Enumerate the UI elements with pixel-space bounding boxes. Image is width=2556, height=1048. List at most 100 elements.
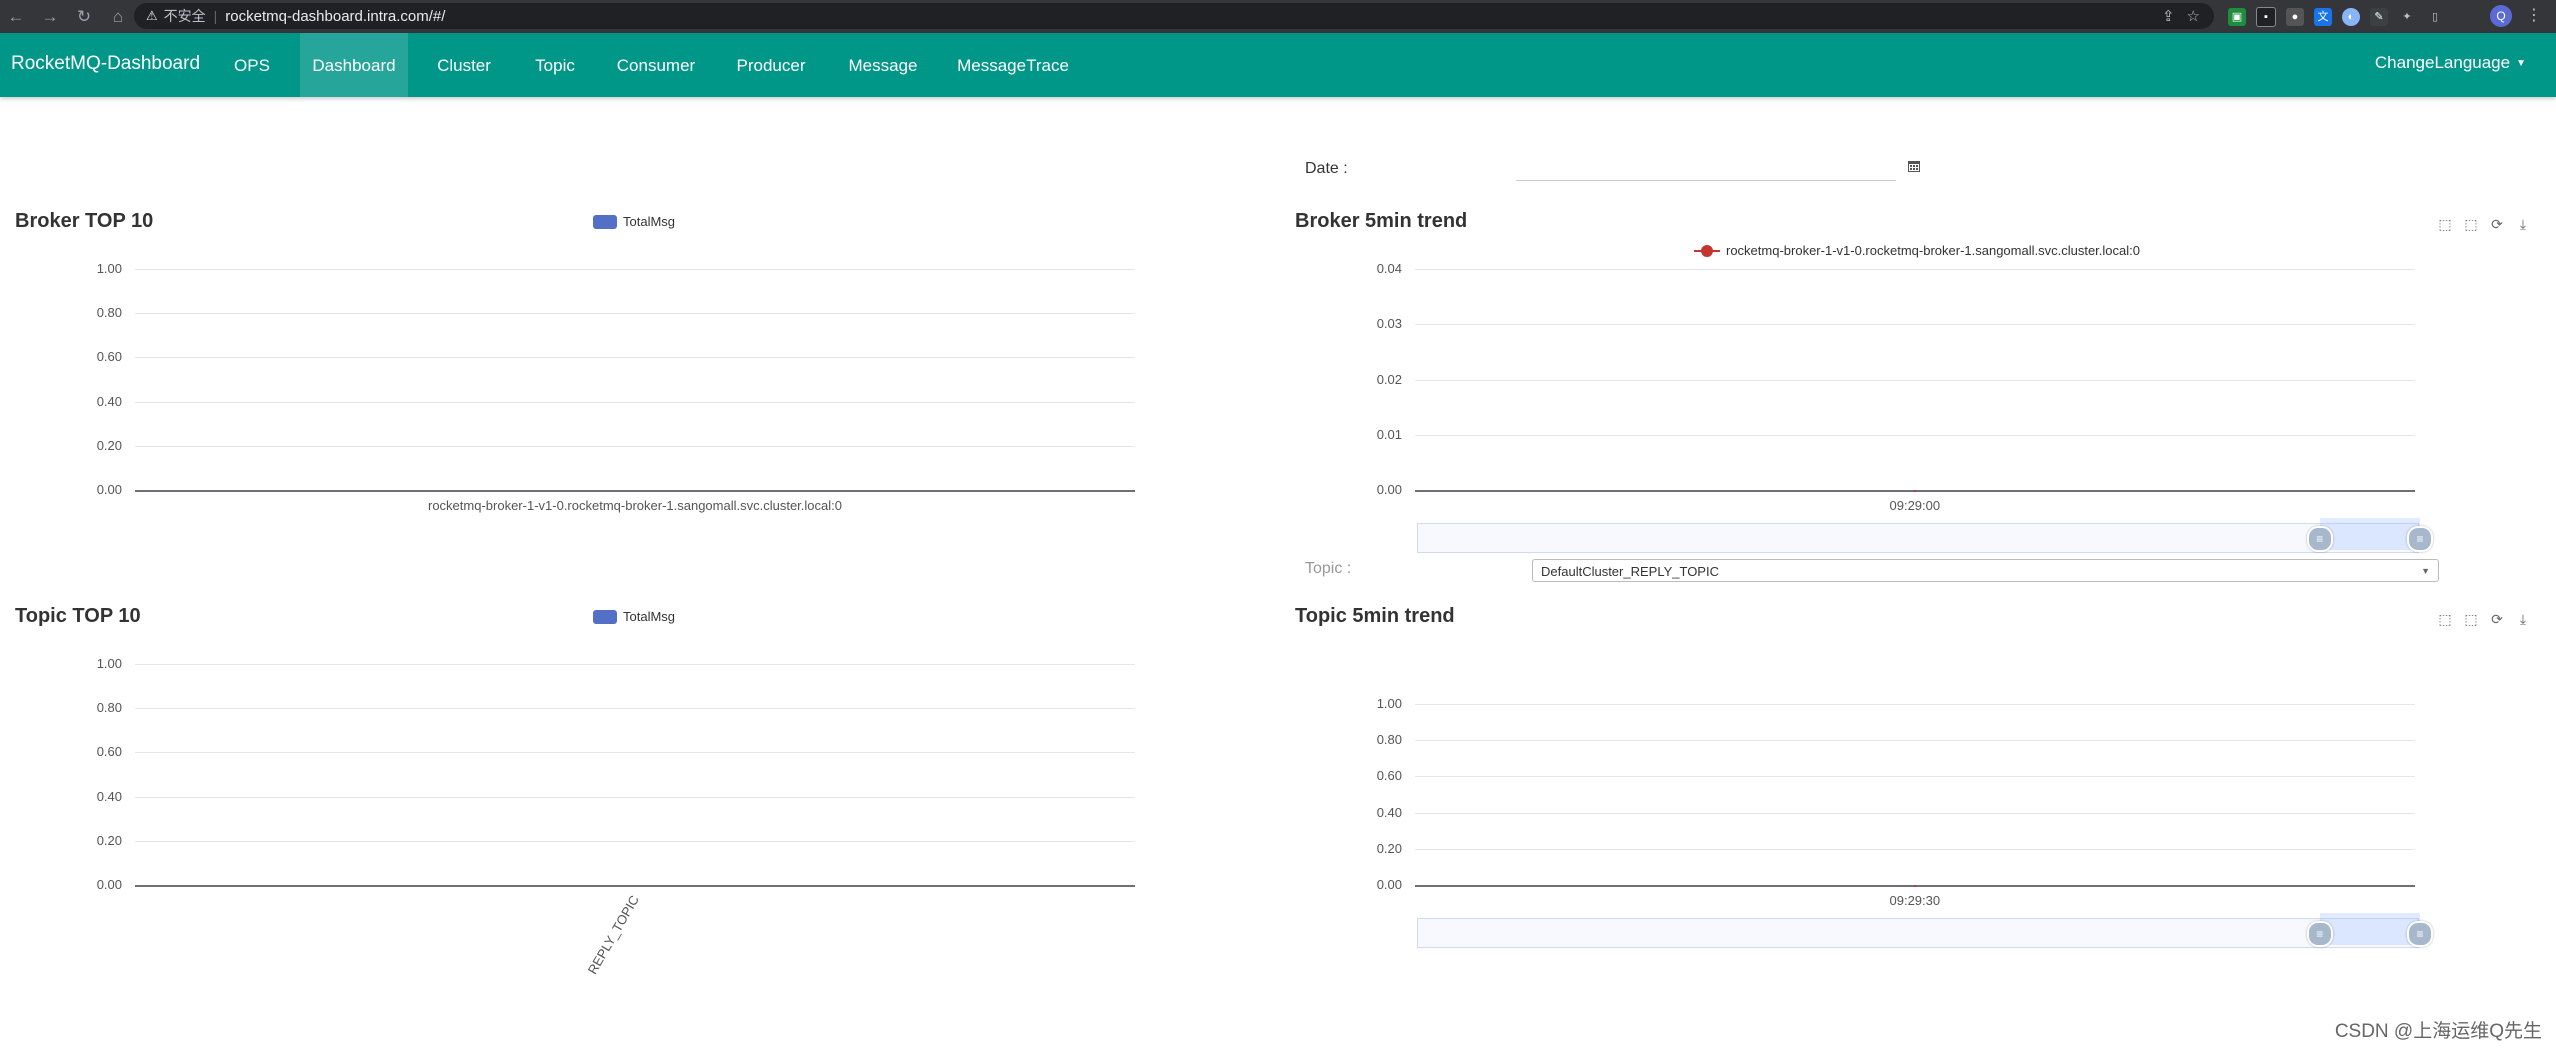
line-point-mark[interactable] <box>1914 490 1916 492</box>
datazoom-right-handle[interactable]: ≡ <box>2407 526 2433 552</box>
zoom-icon[interactable]: ⬚ <box>2437 611 2453 627</box>
download-icon[interactable]: ⤓ <box>2515 216 2531 232</box>
gridline <box>1415 380 2415 381</box>
nav-item-messagetrace[interactable]: MessageTrace <box>954 33 1072 97</box>
datazoom-right-handle[interactable]: ≡ <box>2407 921 2433 947</box>
datazoom-selection[interactable] <box>2319 913 2420 945</box>
insecure-label[interactable]: 不安全 <box>164 6 206 26</box>
profile-avatar[interactable]: Q <box>2490 5 2512 27</box>
nav-item-producer[interactable]: Producer <box>729 33 813 97</box>
topic-top10-chart[interactable]: 1.00 0.80 0.60 0.40 0.20 0.00 REPLY_TOPIC <box>97 656 1135 977</box>
gridline <box>1415 704 2415 705</box>
puzzle-extensions-icon[interactable]: ✦ <box>2398 8 2416 26</box>
extension-icon[interactable]: ▣ <box>2228 7 2246 26</box>
extensions-bar: ▣ ▪ ● 文 ◐ ✎ ✦ ▯ <box>2228 4 2444 29</box>
line-point-mark[interactable] <box>1914 885 1916 887</box>
broker-top10-title: Broker TOP 10 <box>15 210 154 232</box>
legend-bar-swatch <box>593 609 617 624</box>
gridline <box>135 797 1135 798</box>
y-tick-label: 0.20 <box>96 438 122 453</box>
y-tick-label: 0.00 <box>96 877 122 892</box>
bookmark-star-icon[interactable]: ☆ <box>2187 7 2200 25</box>
zoom-icon[interactable]: ⬚ <box>2437 216 2453 232</box>
y-tick-label: 0.80 <box>1376 732 1402 747</box>
calendar-icon[interactable] <box>1907 159 1921 173</box>
topic-trend-datazoom[interactable]: ≡ ≡ <box>1417 913 2433 948</box>
broker-trend-chart[interactable]: 0.04 0.03 0.02 0.01 0.00 09:29:00 <box>1377 261 2415 513</box>
y-tick-label: 0.00 <box>1376 482 1402 497</box>
translate-extension-icon[interactable]: 文 <box>2314 7 2332 26</box>
share-icon[interactable]: ⇪ <box>2162 7 2175 25</box>
legend-label: TotalMsg <box>623 609 676 624</box>
zoom-reset-icon[interactable]: ⬚ <box>2463 611 2479 627</box>
nav-item-message[interactable]: Message <box>842 33 924 97</box>
extension-icon[interactable]: ✎ <box>2370 7 2388 26</box>
broker-trend-legend[interactable]: rocketmq-broker-1-v1-0.rocketmq-broker-1… <box>1694 243 2140 258</box>
gridline <box>1415 740 2415 741</box>
browser-toolbar: ← → ↻ ⌂ ⚠ 不安全 | rocketmq-dashboard.intra… <box>0 0 2556 33</box>
gridline <box>1415 435 2415 436</box>
y-tick-label: 0.40 <box>96 394 122 409</box>
reload-icon[interactable]: ↻ <box>74 7 94 27</box>
broker-trend-datazoom[interactable]: ≡ ≡ <box>1417 518 2433 553</box>
address-bar[interactable]: ⚠ 不安全 | rocketmq-dashboard.intra.com/#/ … <box>134 3 2214 29</box>
nav-item-cluster[interactable]: Cluster <box>430 33 498 97</box>
y-tick-label: 0.04 <box>1376 261 1402 276</box>
side-panel-icon[interactable]: ▯ <box>2426 8 2444 26</box>
date-input[interactable] <box>1516 158 1896 181</box>
datazoom-selection[interactable] <box>2319 518 2420 550</box>
dropdown-arrow-icon[interactable]: ▼ <box>2421 560 2430 583</box>
x-tick-label: 09:29:30 <box>1889 893 1941 908</box>
datazoom-left-handle[interactable]: ≡ <box>2306 921 2333 947</box>
topic-select-value[interactable]: DefaultCluster_REPLY_TOPIC <box>1541 564 1719 579</box>
nav-item-dashboard[interactable]: Dashboard <box>300 33 408 97</box>
change-language-label[interactable]: ChangeLanguage <box>2375 53 2510 72</box>
forward-icon[interactable]: → <box>40 7 60 27</box>
gridline <box>1415 849 2415 850</box>
browser-nav: ← → ↻ ⌂ <box>6 0 128 33</box>
x-axis-line <box>135 885 1135 887</box>
broker-top10-legend[interactable]: TotalMsg <box>593 214 675 229</box>
url-text[interactable]: rocketmq-dashboard.intra.com/#/ <box>225 8 445 25</box>
y-tick-label: 1.00 <box>96 261 122 276</box>
extension-icon[interactable]: ◐ <box>2342 7 2360 26</box>
gridline <box>135 313 1135 314</box>
download-icon[interactable]: ⤓ <box>2515 611 2531 627</box>
extension-icon[interactable]: ▪ <box>2256 6 2276 27</box>
brand-title[interactable]: RocketMQ-Dashboard <box>11 53 200 75</box>
y-tick-label: 1.00 <box>96 656 122 671</box>
y-tick-label: 0.60 <box>1376 768 1402 783</box>
date-label: Date : <box>1305 160 1348 177</box>
y-tick-label: 0.03 <box>1376 316 1402 331</box>
legend-bar-swatch <box>593 214 617 229</box>
extension-icon[interactable]: ● <box>2286 7 2304 26</box>
topic-trend-chart[interactable]: 1.00 0.80 0.60 0.40 0.20 0.00 09:29:30 <box>1377 696 2415 908</box>
broker-top10-chart[interactable]: 1.00 0.80 0.60 0.40 0.20 0.00 rocketmq-broker-… <box>97 261 1135 513</box>
x-tick-label: 09:29:00 <box>1889 498 1941 513</box>
topic-select[interactable]: DefaultCluster_REPLY_TOPIC ▼ <box>1532 559 2439 582</box>
nav-item-consumer[interactable]: Consumer <box>612 33 700 97</box>
browser-menu-icon[interactable]: ⋮ <box>2526 5 2542 25</box>
y-tick-label: 0.02 <box>1376 372 1402 387</box>
zoom-reset-icon[interactable]: ⬚ <box>2463 216 2479 232</box>
nav-item-ops[interactable]: OPS <box>226 33 278 97</box>
gridline <box>1415 324 2415 325</box>
home-icon[interactable]: ⌂ <box>108 7 128 27</box>
gridline <box>1415 269 2415 270</box>
gridline <box>135 357 1135 358</box>
back-icon[interactable]: ← <box>6 7 26 27</box>
caret-down-icon[interactable]: ▼ <box>2516 58 2526 69</box>
warning-icon[interactable]: ⚠ <box>146 8 158 24</box>
restore-icon[interactable]: ⟳ <box>2489 611 2505 627</box>
gridline <box>1415 776 2415 777</box>
y-tick-label: 0.60 <box>96 349 122 364</box>
datazoom-left-handle[interactable]: ≡ <box>2306 526 2333 552</box>
topic-top10-legend[interactable]: TotalMsg <box>593 609 675 624</box>
gridline <box>135 664 1135 665</box>
address-separator: | <box>213 8 218 24</box>
change-language-dropdown[interactable]: ChangeLanguage ▼ <box>2375 53 2526 73</box>
nav-item-topic[interactable]: Topic <box>526 33 584 97</box>
restore-icon[interactable]: ⟳ <box>2489 216 2505 232</box>
gridline <box>135 708 1135 709</box>
y-tick-label: 1.00 <box>1376 696 1402 711</box>
